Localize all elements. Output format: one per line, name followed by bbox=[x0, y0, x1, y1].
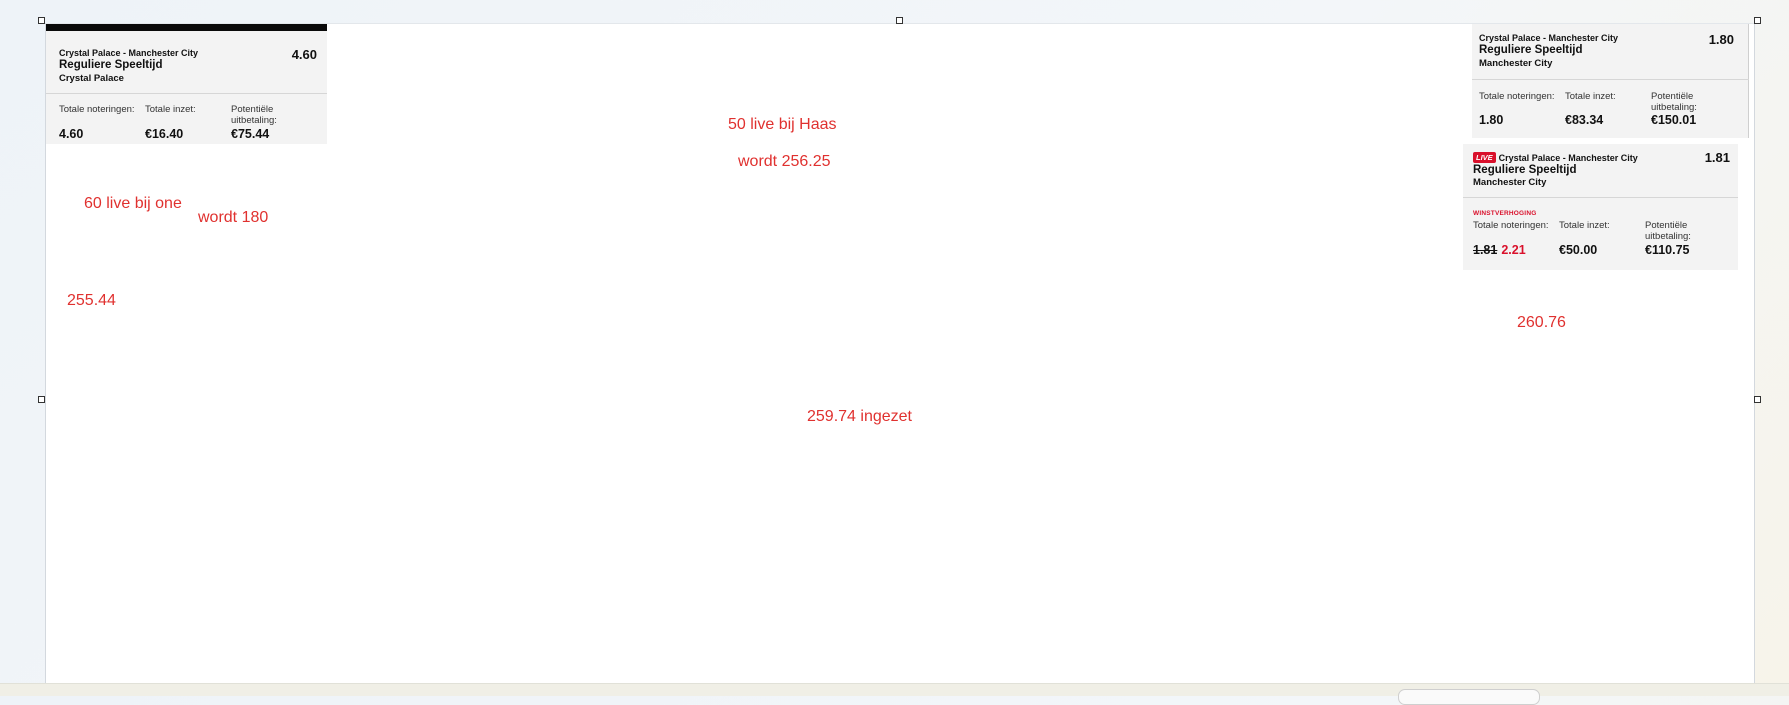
potential-payout-label: Potentiële uitbetaling: bbox=[231, 104, 277, 126]
selection-name: Manchester City bbox=[1473, 177, 1547, 188]
bet-card-live-manchester-city: LIVE Crystal Palace - Manchester City Reg… bbox=[1463, 144, 1738, 270]
old-odds-value: 1.81 bbox=[1473, 243, 1498, 257]
annotation-ingezet[interactable]: 259.74 ingezet bbox=[807, 408, 912, 426]
annotation-one[interactable]: 60 live bij one bbox=[84, 195, 182, 213]
card-divider bbox=[1472, 79, 1749, 80]
odds-value: 1.81 bbox=[1704, 150, 1730, 165]
potential-payout-label: Potentiële uitbetaling: bbox=[1645, 220, 1691, 242]
annotation-wordt-256[interactable]: wordt 256.25 bbox=[738, 153, 831, 171]
resize-handle-middle-left[interactable] bbox=[38, 396, 45, 403]
total-stake-label: Totale inzet: bbox=[1565, 91, 1616, 102]
resize-handle-top-left[interactable] bbox=[38, 17, 45, 24]
total-stake-value: €16.40 bbox=[145, 127, 184, 141]
card-divider bbox=[1463, 197, 1738, 198]
potential-payout-value: €110.75 bbox=[1645, 243, 1690, 257]
market-name: Reguliere Speeltijd bbox=[1473, 164, 1577, 176]
potential-payout-value: €150.01 bbox=[1651, 113, 1697, 127]
boosted-odds-value: 2.21 bbox=[1501, 243, 1526, 257]
total-odds-value: 4.60 bbox=[59, 127, 84, 141]
live-badge: LIVE bbox=[1473, 152, 1496, 163]
resize-handle-middle-right[interactable] bbox=[1754, 396, 1761, 403]
market-name: Reguliere Speeltijd bbox=[1479, 44, 1583, 56]
annotation-left-total[interactable]: 255.44 bbox=[67, 292, 116, 310]
total-odds-label: Totale noteringen: bbox=[59, 104, 135, 115]
selection-name: Crystal Palace bbox=[59, 73, 124, 84]
potential-payout-label: Potentiële uitbetaling: bbox=[1651, 91, 1697, 113]
total-stake-label: Totale inzet: bbox=[145, 104, 196, 115]
match-name: Crystal Palace - Manchester City bbox=[1479, 33, 1619, 43]
resize-handle-top-center[interactable] bbox=[896, 17, 903, 24]
bet-card-crystal-palace: Crystal Palace - Manchester City Regulie… bbox=[46, 24, 327, 144]
total-stake-value: €83.34 bbox=[1565, 113, 1604, 127]
odds-boost-label: WINSTVERHOGING bbox=[1473, 210, 1537, 217]
match-name-text: Crystal Palace - Manchester City bbox=[1498, 153, 1638, 163]
annotation-right-total[interactable]: 260.76 bbox=[1517, 314, 1566, 332]
bet-card-manchester-city: Crystal Palace - Manchester City Regulie… bbox=[1472, 24, 1749, 138]
total-odds-label: Totale noteringen: bbox=[1479, 91, 1555, 102]
match-name: LIVE Crystal Palace - Manchester City bbox=[1473, 152, 1638, 163]
odds-value: 1.80 bbox=[1708, 32, 1734, 47]
total-odds-value: 1.80 bbox=[1479, 113, 1504, 127]
annotation-haas[interactable]: 50 live bij Haas bbox=[728, 116, 837, 134]
odds-value: 4.60 bbox=[291, 47, 317, 62]
total-odds-value: 1.81 2.21 bbox=[1473, 243, 1526, 257]
total-odds-label: Totale noteringen: bbox=[1473, 220, 1549, 231]
potential-payout-value: €75.44 bbox=[231, 127, 270, 141]
match-name: Crystal Palace - Manchester City bbox=[59, 48, 199, 58]
selection-name: Manchester City bbox=[1479, 58, 1553, 69]
resize-handle-top-right[interactable] bbox=[1754, 17, 1761, 24]
card-divider bbox=[46, 93, 327, 94]
market-name: Reguliere Speeltijd bbox=[59, 59, 163, 71]
total-stake-value: €50.00 bbox=[1559, 243, 1598, 257]
bottom-tab-control[interactable] bbox=[1398, 689, 1540, 705]
annotation-wordt-180[interactable]: wordt 180 bbox=[198, 209, 268, 227]
total-stake-label: Totale inzet: bbox=[1559, 220, 1610, 231]
